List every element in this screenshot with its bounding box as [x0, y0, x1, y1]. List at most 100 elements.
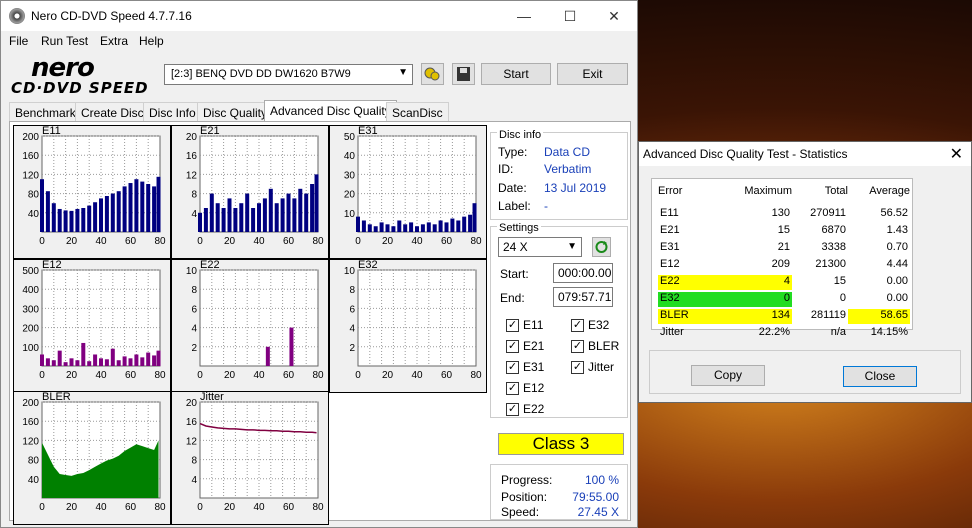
y-tick-label: 4	[191, 209, 197, 220]
tab-disc-quality[interactable]: Disc Quality	[197, 102, 274, 122]
stats-cell-error: E21	[660, 224, 680, 236]
bar	[438, 220, 443, 232]
checkbox-e12[interactable]: ✓	[506, 382, 519, 395]
bar	[51, 360, 56, 366]
bar	[87, 361, 92, 366]
speed-value: 27.45 X	[577, 505, 619, 519]
menu-extra[interactable]: Extra	[100, 34, 128, 48]
type-value: Data CD	[544, 145, 591, 159]
exit-button[interactable]: Exit	[557, 63, 628, 85]
bar	[122, 356, 127, 366]
chart-svg-jitter: 201612840 20 40 60 80Jitter	[186, 391, 324, 513]
bar	[432, 224, 437, 232]
refresh-icon	[595, 241, 608, 253]
bar	[298, 188, 303, 232]
checkbox-label-jitter: Jitter	[588, 360, 615, 374]
y-tick-label: 6	[349, 304, 355, 315]
maximize-button[interactable]: ☐	[547, 1, 593, 31]
end-field[interactable]: 079:57.71	[553, 287, 613, 307]
chart-panel-jitter: 20 16 12 8 4 0 20 40 60 80 Jitter	[171, 391, 329, 525]
bar	[40, 179, 44, 232]
copy-button[interactable]: Copy	[691, 365, 765, 386]
chart-title: BLER	[42, 392, 71, 403]
tab-create-disc[interactable]: Create Disc	[75, 102, 150, 122]
x-tick-label: 20	[66, 370, 78, 381]
stats-header-maximum: Maximum	[744, 185, 792, 197]
id-label: ID:	[498, 162, 514, 176]
y-tick-label: 20	[186, 398, 198, 409]
checkbox-e11[interactable]: ✓	[506, 319, 519, 332]
x-tick-label: 40	[411, 236, 423, 247]
x-tick-label: 60	[125, 236, 137, 247]
chart-title: E22	[200, 260, 220, 271]
checkbox-e21[interactable]: ✓	[506, 340, 519, 353]
checkbox-label-e32: E32	[588, 318, 610, 332]
bar	[87, 205, 92, 232]
bar	[415, 226, 419, 232]
x-tick-label: 20	[382, 370, 394, 381]
chart-title: Jitter	[200, 392, 224, 403]
menu-run-test[interactable]: Run Test	[41, 34, 88, 48]
statistics-close-icon[interactable]: ✕	[950, 144, 963, 164]
checkbox-jitter[interactable]: ✓	[571, 361, 584, 374]
checkbox-e32[interactable]: ✓	[571, 319, 584, 332]
bar	[239, 203, 244, 232]
checkbox-e22[interactable]: ✓	[506, 403, 519, 416]
stats-cell-avg: 0.70	[886, 241, 908, 253]
y-tick-label: 20	[344, 190, 356, 201]
checkbox-bler[interactable]: ✓	[571, 340, 584, 353]
stats-cell-error: E31	[660, 241, 680, 253]
checkbox-e31[interactable]: ✓	[506, 361, 519, 374]
stats-cell-total: 6870	[821, 224, 846, 236]
x-tick-label: 20	[224, 370, 236, 381]
bar	[93, 202, 98, 232]
bar	[286, 193, 291, 232]
menu-help[interactable]: Help	[139, 34, 164, 48]
close-dialog-button[interactable]: Close	[843, 366, 917, 387]
tab-scandisc[interactable]: ScanDisc	[386, 102, 449, 122]
bar	[140, 181, 145, 232]
chart-svg-e11: 200 160 120 80 40 0 20 40 60 80 E11	[22, 125, 166, 247]
bar	[156, 176, 161, 232]
refresh-button[interactable]	[592, 237, 611, 257]
y-tick-label: 80	[28, 190, 40, 201]
drive-info-button[interactable]	[421, 63, 444, 85]
tab-disc-info[interactable]: Disc Info	[143, 102, 202, 122]
bar	[116, 191, 121, 232]
bar	[403, 224, 408, 232]
stats-cell-error: E11	[660, 207, 679, 219]
x-tick-label: 0	[197, 502, 203, 513]
y-tick-label: 30	[344, 170, 356, 181]
minimize-button[interactable]: —	[501, 1, 547, 31]
bar	[63, 362, 68, 366]
start-field[interactable]: 000:00.00	[553, 263, 613, 283]
speed-select[interactable]: 24 X ▼	[498, 237, 582, 257]
drive-select[interactable]: [2:3] BENQ DVD DD DW1620 B7W9 ▼	[164, 64, 413, 85]
y-tick-label: 20	[186, 132, 198, 143]
stats-cell-avg: 56.52	[880, 207, 908, 219]
x-tick-label: 0	[197, 370, 203, 381]
app-icon	[9, 8, 25, 24]
progress-value: 100 %	[584, 473, 619, 487]
save-button[interactable]	[452, 63, 475, 85]
chart-panel-e21: 20 16 12 8 4 0 20 40 60 80 E21	[171, 125, 329, 259]
bar	[104, 196, 109, 232]
stats-cell-max: 130	[771, 207, 790, 219]
tab-advanced-disc-quality[interactable]: Advanced Disc Quality	[264, 100, 397, 122]
bar	[274, 203, 279, 232]
menu-file[interactable]: File	[9, 34, 28, 48]
bar	[420, 224, 425, 232]
cd-dvd-speed-logo: CD·DVD SPEED	[11, 79, 149, 97]
y-tick-label: 40	[28, 475, 40, 486]
start-button[interactable]: Start	[481, 63, 551, 85]
tab-benchmark[interactable]: Benchmark	[9, 102, 82, 122]
bar	[146, 352, 151, 366]
y-tick-label: 2	[349, 343, 355, 354]
statistics-title: Advanced Disc Quality Test - Statistics	[643, 147, 848, 161]
x-tick-label: 0	[197, 236, 203, 247]
x-tick-label: 60	[125, 370, 137, 381]
y-tick-label: 50	[344, 132, 356, 143]
y-tick-label: 80	[28, 456, 40, 467]
y-tick-label: 40	[28, 209, 40, 220]
close-button[interactable]: ✕	[591, 1, 637, 31]
